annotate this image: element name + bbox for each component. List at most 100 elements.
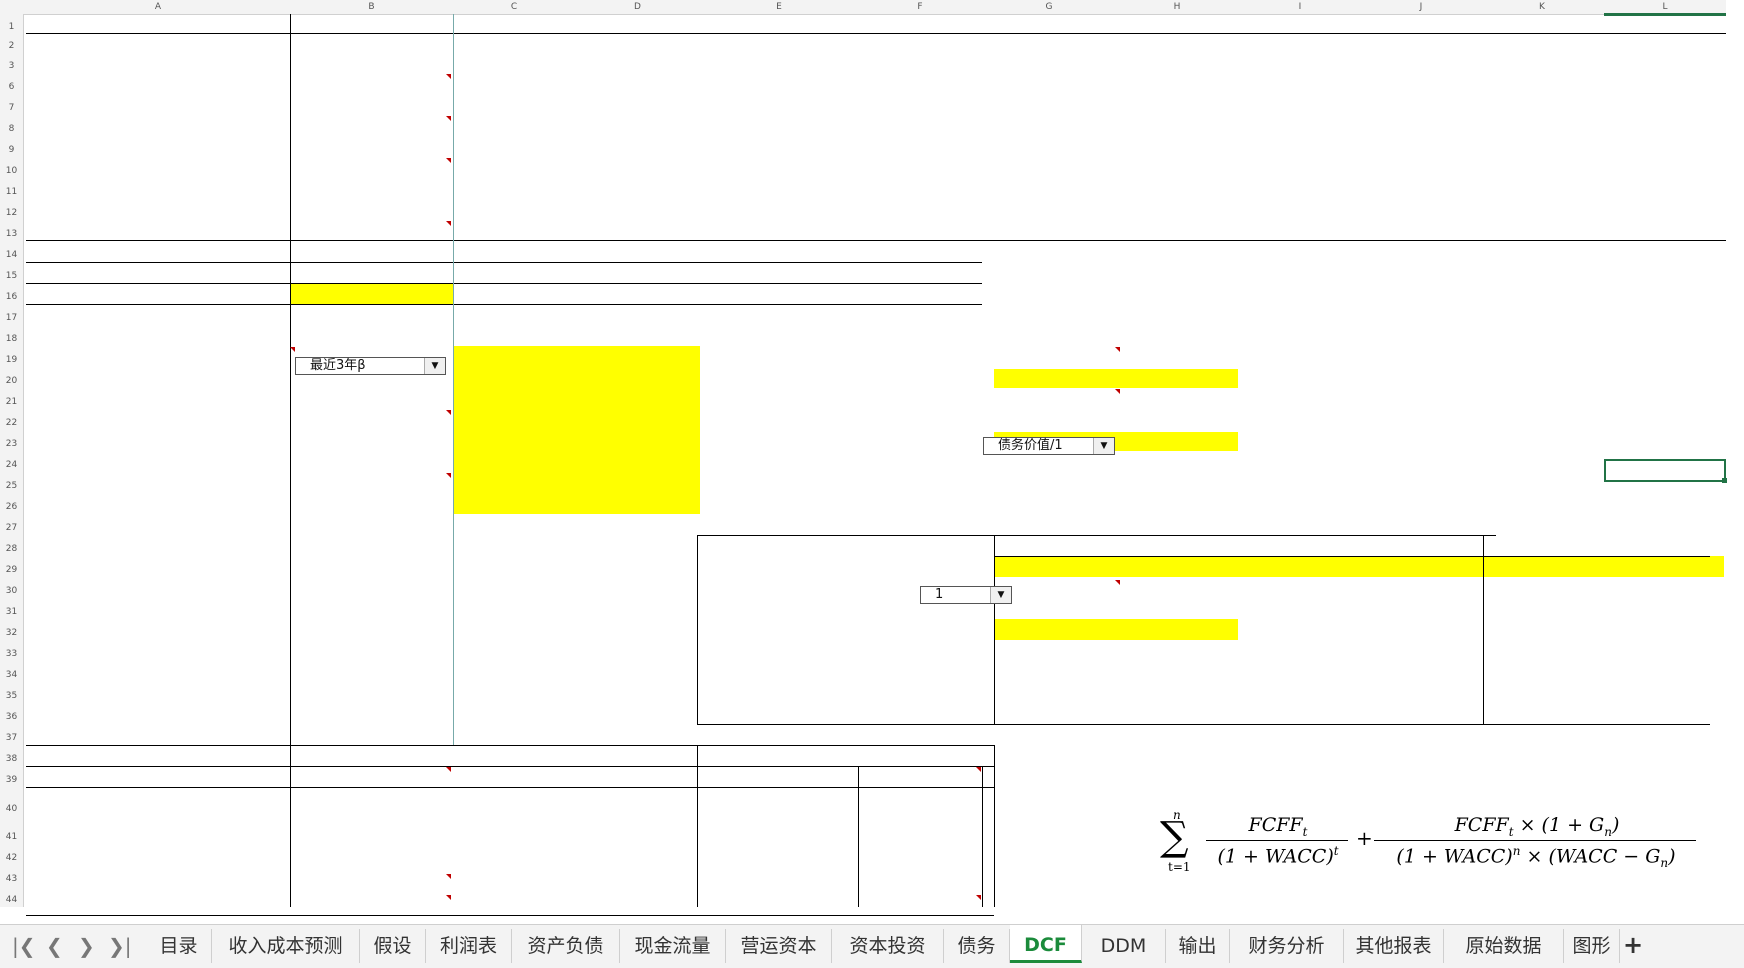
method-label[interactable] xyxy=(290,34,453,54)
fcff-value[interactable] xyxy=(1238,116,1362,136)
fcff-value[interactable] xyxy=(1362,158,1480,178)
fcff-value[interactable] xyxy=(1604,179,1726,199)
fcff-value[interactable] xyxy=(575,137,700,157)
row-header-34[interactable]: 34 xyxy=(0,661,24,682)
row-header-35[interactable]: 35 xyxy=(0,682,24,703)
debt-row-label[interactable] xyxy=(858,368,982,388)
fcff-value[interactable] xyxy=(1238,200,1362,220)
fcff-value[interactable] xyxy=(1238,221,1362,241)
fcff-value[interactable] xyxy=(1604,158,1726,178)
high-growth-value[interactable] xyxy=(453,389,575,409)
fcff-value[interactable] xyxy=(453,53,575,73)
row-header-36[interactable]: 36 xyxy=(0,703,24,724)
discount-factor-value[interactable] xyxy=(1483,578,1604,598)
fcff-row-label[interactable] xyxy=(26,221,286,241)
fcff-row-method[interactable] xyxy=(290,158,453,178)
valuation-pct[interactable] xyxy=(575,767,702,787)
year-header[interactable] xyxy=(575,34,700,54)
debt-row-label[interactable] xyxy=(858,347,982,367)
year-header[interactable] xyxy=(1480,34,1604,54)
sheet-tab-7[interactable]: 营运资本 xyxy=(726,929,832,963)
fcff-value[interactable] xyxy=(982,74,1116,94)
valuation-value[interactable] xyxy=(453,767,595,787)
valuation-value[interactable] xyxy=(453,874,595,894)
row-header-8[interactable]: 8 xyxy=(0,115,24,136)
debt-row-label[interactable] xyxy=(858,389,982,409)
fcff-value[interactable] xyxy=(700,158,858,178)
valuation-row-label[interactable] xyxy=(40,788,300,808)
fcff-value[interactable] xyxy=(1238,95,1362,115)
total-ev-value[interactable] xyxy=(982,895,1121,915)
fcff-value[interactable] xyxy=(1238,179,1362,199)
fcff-value[interactable] xyxy=(575,53,700,73)
column-header-H[interactable]: H xyxy=(1116,0,1238,15)
ratio-row-label[interactable] xyxy=(858,431,982,451)
valuation-row-method[interactable] xyxy=(290,767,453,787)
fcff-value[interactable] xyxy=(453,74,575,94)
prev-sheet-icon[interactable]: ❮ xyxy=(46,933,63,959)
fcff-value[interactable] xyxy=(1116,116,1238,136)
fcff-value[interactable] xyxy=(1362,179,1480,199)
row-header-15[interactable]: 15 xyxy=(0,262,24,283)
perp-factor-value[interactable] xyxy=(1121,641,1238,661)
debt-row-method[interactable] xyxy=(982,368,1106,388)
perp-wacc-value[interactable] xyxy=(1121,620,1238,640)
perpetual-fcff-value[interactable] xyxy=(700,284,978,304)
method-label[interactable] xyxy=(290,326,453,346)
fcff-row-method[interactable] xyxy=(290,179,453,199)
fcff-row-label[interactable] xyxy=(26,74,286,94)
discount-factor-label[interactable] xyxy=(698,578,918,598)
column-header-K[interactable]: K xyxy=(1480,0,1604,15)
discount-factor-value[interactable] xyxy=(1238,578,1362,598)
fcff-value[interactable] xyxy=(1480,53,1604,73)
sheet-tab-11[interactable]: DDM xyxy=(1082,929,1166,963)
core-ev-value[interactable] xyxy=(982,767,1121,787)
ratio-row-label[interactable] xyxy=(858,452,982,472)
column-header-A[interactable]: A xyxy=(26,0,290,15)
wacc-row-label[interactable] xyxy=(26,473,286,493)
sheet-tab-14[interactable]: 其他报表 xyxy=(1344,929,1444,963)
forecast-fcff-header[interactable] xyxy=(1502,15,1744,35)
fcff-value[interactable] xyxy=(453,137,575,157)
fcff-value[interactable] xyxy=(858,53,982,73)
fcff-value[interactable] xyxy=(575,221,700,241)
sheet-tab-5[interactable]: 资产负债 xyxy=(512,929,620,963)
fcff-value[interactable] xyxy=(1362,221,1480,241)
high-growth-value[interactable] xyxy=(453,368,575,388)
high-growth-value[interactable] xyxy=(453,431,575,451)
fcff-row-method[interactable] xyxy=(290,221,453,241)
wacc-row-label[interactable] xyxy=(26,431,286,451)
fcff-value[interactable] xyxy=(1362,53,1480,73)
discount-factor-value[interactable] xyxy=(1121,578,1238,598)
fcff-value[interactable] xyxy=(982,116,1116,136)
discount-wacc-value[interactable] xyxy=(1483,557,1604,577)
valuation-row-method[interactable] xyxy=(290,853,453,873)
discount-section1-title[interactable] xyxy=(698,536,978,556)
wacc-row-label[interactable] xyxy=(26,368,286,388)
fcff-value[interactable] xyxy=(1116,158,1238,178)
sheet-tab-1[interactable]: 目录 xyxy=(146,929,212,963)
ratio-row-label[interactable] xyxy=(858,473,982,493)
ratio-row-value[interactable] xyxy=(1121,431,1238,451)
row-header-27[interactable]: 27 xyxy=(0,514,24,535)
wacc-row-method[interactable] xyxy=(290,410,453,430)
row-header-29[interactable]: 29 xyxy=(0,556,24,577)
fcff-value[interactable] xyxy=(575,116,700,136)
fcff-value[interactable] xyxy=(1604,116,1726,136)
fcff-row-method[interactable] xyxy=(290,137,453,157)
fcff-value[interactable] xyxy=(575,200,700,220)
perpetual-value[interactable] xyxy=(575,389,700,409)
fcff-value[interactable] xyxy=(1116,53,1238,73)
fcff-value[interactable] xyxy=(1238,137,1362,157)
row-header-43[interactable]: 43 xyxy=(0,865,24,886)
high-pv-label[interactable] xyxy=(698,683,918,703)
high-pv-value[interactable] xyxy=(1238,683,1362,703)
fcff-value[interactable] xyxy=(1116,137,1238,157)
fcff-value[interactable] xyxy=(575,158,700,178)
fcff-value[interactable] xyxy=(1480,200,1604,220)
unit-label[interactable] xyxy=(26,34,286,54)
debt-row-value[interactable] xyxy=(1121,368,1238,388)
historical-fcff-header[interactable] xyxy=(700,15,858,35)
fcff-value[interactable] xyxy=(700,53,858,73)
column-header-D[interactable]: D xyxy=(575,0,700,15)
